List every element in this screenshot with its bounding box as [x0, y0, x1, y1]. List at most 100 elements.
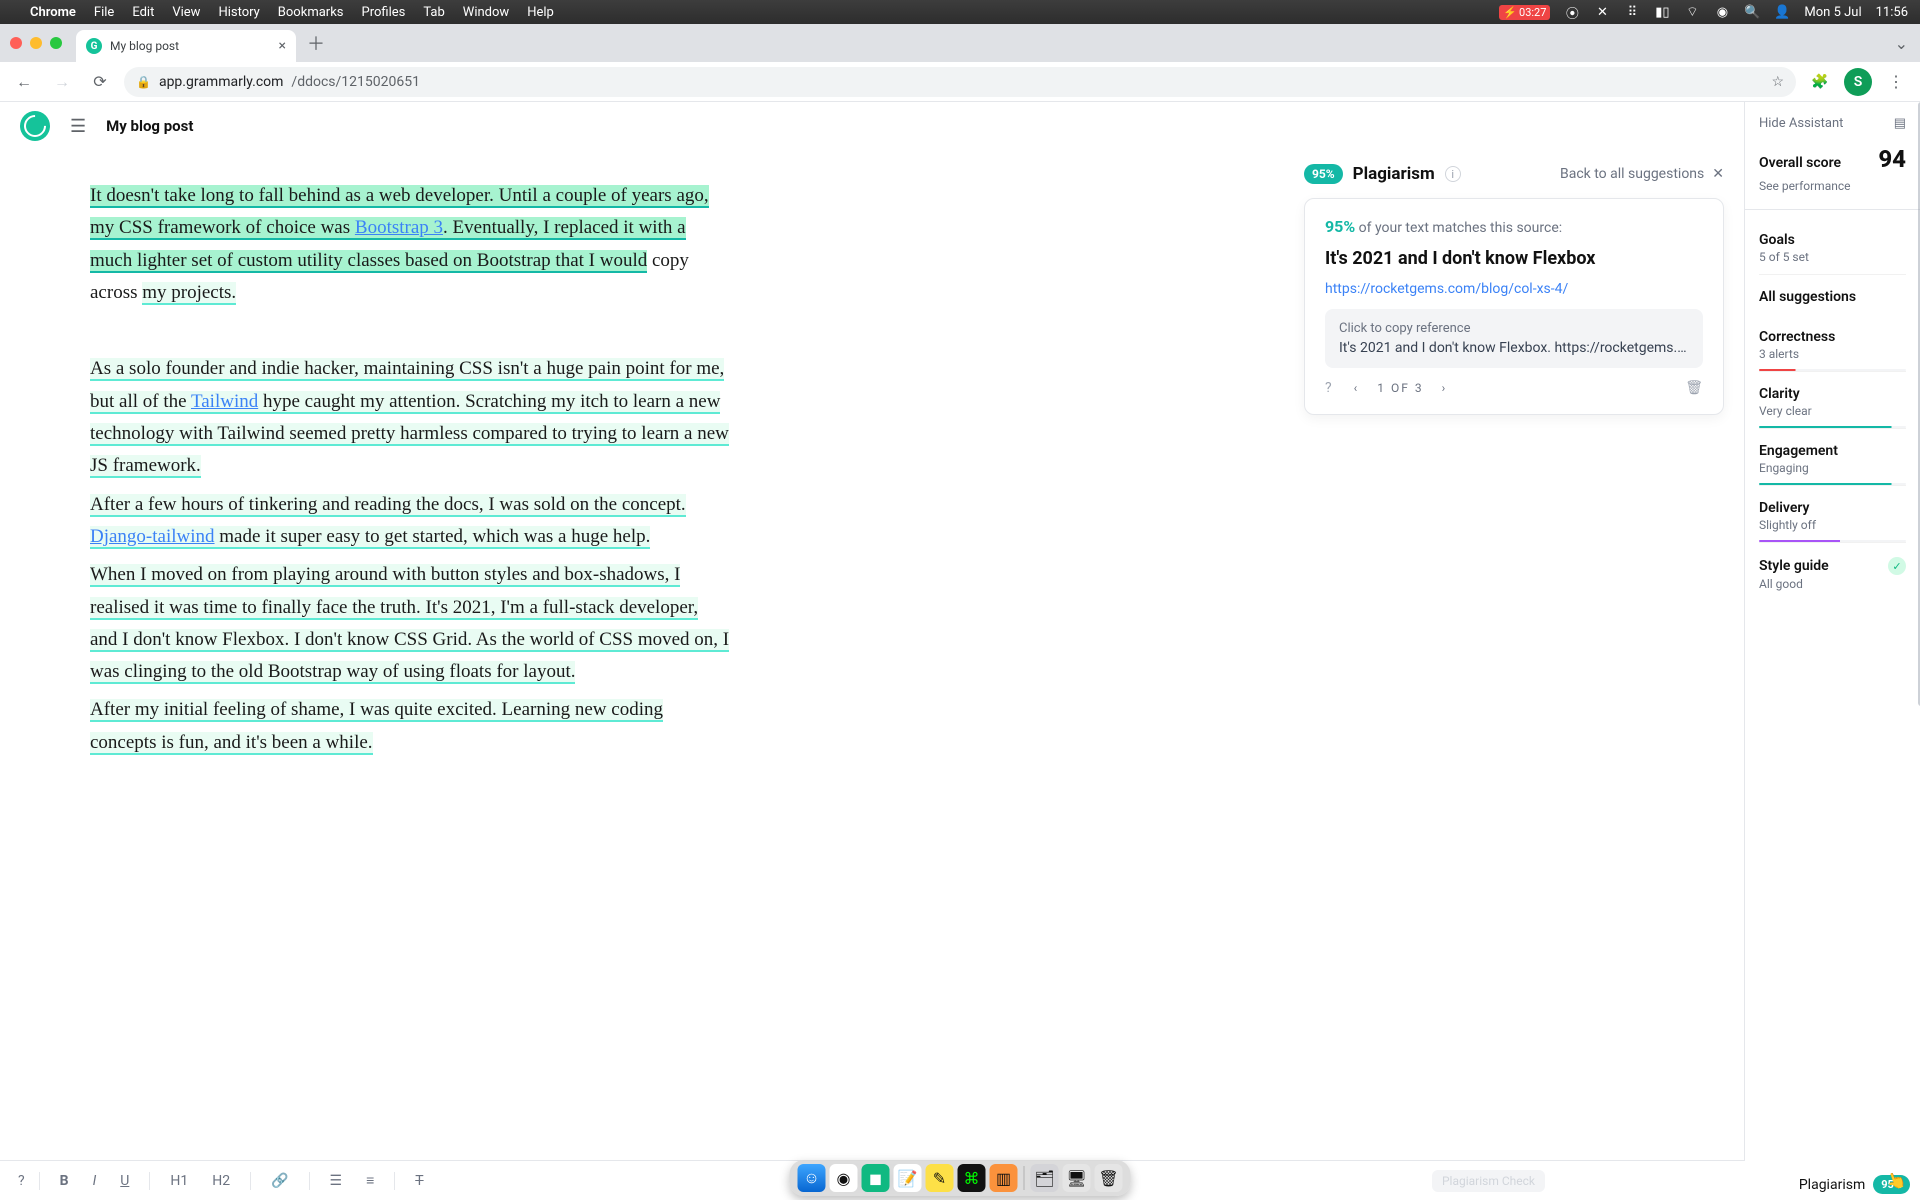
clarity-title: Clarity	[1759, 386, 1906, 402]
help-icon[interactable]: ?	[1325, 380, 1332, 396]
menu-profiles[interactable]: Profiles	[362, 5, 406, 20]
dock-terminal-icon[interactable]: ⌘	[958, 1164, 986, 1192]
menu-bookmarks[interactable]: Bookmarks	[278, 5, 344, 20]
h1-button[interactable]: H1	[164, 1172, 194, 1190]
plagiarism-footer-chip[interactable]: Plagiarism 95% 👆	[1799, 1175, 1910, 1194]
window-zoom-button[interactable]	[50, 37, 62, 49]
hide-assistant-button[interactable]: Hide Assistant	[1759, 116, 1843, 131]
style-guide-block[interactable]: Style guide ✓ All good	[1759, 551, 1906, 601]
goals-title: Goals	[1759, 232, 1906, 248]
menubar-time[interactable]: 11:56	[1876, 5, 1908, 20]
delivery-block[interactable]: Delivery Slightly off	[1759, 494, 1906, 543]
menu-help[interactable]: Help	[527, 5, 554, 20]
dock-chrome-icon[interactable]: ◉	[830, 1164, 858, 1192]
bulleted-list-button[interactable]: ≡	[360, 1171, 380, 1190]
browser-tab-title: My blog post	[110, 39, 179, 53]
clarity-block[interactable]: Clarity Very clear	[1759, 380, 1906, 429]
window-minimize-button[interactable]	[30, 37, 42, 49]
chrome-menu-button[interactable]: ⋮	[1882, 68, 1910, 96]
editor-scroll[interactable]: It doesn't take long to fall behind as a…	[0, 150, 1284, 1200]
text-fragment[interactable]: my projects.	[142, 282, 236, 305]
grammarly-favicon-icon: G	[86, 38, 102, 54]
text-fragment[interactable]: After my initial feeling of shame, I was…	[90, 699, 663, 754]
url-path: /ddocs/1215020651	[291, 74, 420, 90]
battery-timer-badge[interactable]: ⚡03:27	[1499, 5, 1550, 20]
document-outline-button[interactable]: ☰	[64, 115, 92, 138]
sidebar-layout-icon[interactable]: ▤	[1894, 116, 1906, 131]
nav-reload-button[interactable]: ⟳	[86, 68, 114, 96]
menubar-date[interactable]: Mon 5 Jul	[1804, 5, 1861, 20]
overall-score[interactable]: Overall score 94	[1759, 145, 1906, 173]
bookmark-star-icon[interactable]: ☆	[1771, 74, 1784, 90]
pager-next-icon[interactable]: ›	[1442, 381, 1448, 395]
text-fragment[interactable]: made it super easy to get started, which…	[215, 526, 651, 549]
menu-window[interactable]: Window	[463, 5, 509, 20]
pager-prev-icon[interactable]: ‹	[1354, 381, 1360, 395]
status-x-icon[interactable]: ✕	[1594, 4, 1610, 20]
dock-trash-icon[interactable]: 🗑	[1095, 1164, 1123, 1192]
see-performance-link[interactable]: See performance	[1759, 179, 1906, 193]
document-body[interactable]: It doesn't take long to fall behind as a…	[90, 180, 730, 759]
new-tab-button[interactable]: ＋	[302, 29, 330, 57]
dock-app2-icon[interactable]: ▥	[990, 1164, 1018, 1192]
lightning-icon[interactable]: ⦿	[1564, 4, 1580, 20]
chrome-tab-strip: G My blog post × ＋ ⌄	[0, 24, 1920, 62]
reference-box[interactable]: Click to copy reference It's 2021 and I …	[1325, 309, 1703, 368]
grammarly-logo-icon[interactable]	[20, 111, 50, 141]
dock-folder-icon[interactable]: 🗂	[1031, 1164, 1059, 1192]
control-center-icon[interactable]: ◉	[1714, 4, 1730, 20]
address-bar[interactable]: 🔒 app.grammarly.com/ddocs/1215020651 ☆	[124, 67, 1796, 97]
menu-file[interactable]: File	[94, 5, 114, 20]
link-bootstrap3[interactable]: Bootstrap 3	[355, 217, 443, 240]
menu-edit[interactable]: Edit	[132, 5, 154, 20]
h2-button[interactable]: H2	[206, 1172, 236, 1190]
info-icon[interactable]: i	[1445, 166, 1461, 182]
clear-format-button[interactable]: T	[409, 1172, 429, 1190]
correctness-block[interactable]: Correctness 3 alerts	[1759, 323, 1906, 372]
plagiarism-panel: 95% Plagiarism i Back to all suggestions…	[1284, 150, 1744, 1200]
user-switch-icon[interactable]: 👤	[1774, 4, 1790, 20]
menubar-app-name[interactable]: Chrome	[30, 5, 76, 20]
source-url[interactable]: https://rocketgems.com/blog/col-xs-4/	[1325, 281, 1703, 297]
back-to-suggestions[interactable]: Back to all suggestions ✕	[1560, 166, 1724, 182]
editor-column: ☰ My blog post It doesn't take long to f…	[0, 102, 1745, 1200]
dock-stickies-icon[interactable]: ✎	[926, 1164, 954, 1192]
extensions-icon[interactable]: 🧩	[1806, 74, 1834, 90]
lock-icon[interactable]: 🔒	[136, 75, 151, 89]
wifi-icon[interactable]: ⌔	[1684, 4, 1700, 20]
plagiarism-header: 95% Plagiarism i Back to all suggestions…	[1304, 164, 1724, 184]
dock-screens-icon[interactable]: 🖥	[1063, 1164, 1091, 1192]
close-icon[interactable]: ✕	[1712, 166, 1724, 182]
help-icon[interactable]: ?	[18, 1173, 25, 1189]
text-fragment[interactable]: After a few hours of tinkering and readi…	[90, 494, 686, 517]
browser-tab[interactable]: G My blog post ×	[76, 30, 296, 62]
status-dots-icon[interactable]: ⠿	[1624, 4, 1640, 20]
tab-close-icon[interactable]: ×	[279, 38, 286, 54]
menu-tab[interactable]: Tab	[423, 5, 444, 20]
link-django-tailwind[interactable]: Django-tailwind	[90, 526, 215, 549]
chrome-tab-overflow-icon[interactable]: ⌄	[1895, 34, 1908, 53]
menu-history[interactable]: History	[218, 5, 259, 20]
engagement-block[interactable]: Engagement Engaging	[1759, 437, 1906, 486]
nav-back-button[interactable]: ←	[10, 68, 38, 96]
score-label: Overall score	[1759, 155, 1841, 171]
text-fragment[interactable]: When I moved on from playing around with…	[90, 564, 729, 684]
trash-icon[interactable]: 🗑	[1685, 380, 1703, 396]
underline-button[interactable]: U	[114, 1172, 135, 1190]
dock-app-icon[interactable]: ◼	[862, 1164, 890, 1192]
italic-button[interactable]: I	[87, 1172, 103, 1190]
dock-finder-icon[interactable]: ☺	[798, 1164, 826, 1192]
menu-view[interactable]: View	[172, 5, 200, 20]
profile-avatar[interactable]: S	[1844, 68, 1872, 96]
link-tailwind[interactable]: Tailwind	[191, 391, 258, 414]
dock-notes-icon[interactable]: 📝	[894, 1164, 922, 1192]
goals-block[interactable]: Goals 5 of 5 set	[1759, 226, 1906, 275]
link-button[interactable]: 🔗	[265, 1172, 294, 1190]
numbered-list-button[interactable]: ☰	[324, 1172, 349, 1190]
document-title[interactable]: My blog post	[106, 117, 193, 135]
battery-icon[interactable]: ▮▯	[1654, 4, 1670, 20]
all-suggestions-block[interactable]: All suggestions	[1759, 283, 1906, 315]
spotlight-icon[interactable]: 🔍	[1744, 4, 1760, 20]
window-close-button[interactable]	[10, 37, 22, 49]
bold-button[interactable]: B	[54, 1172, 75, 1190]
